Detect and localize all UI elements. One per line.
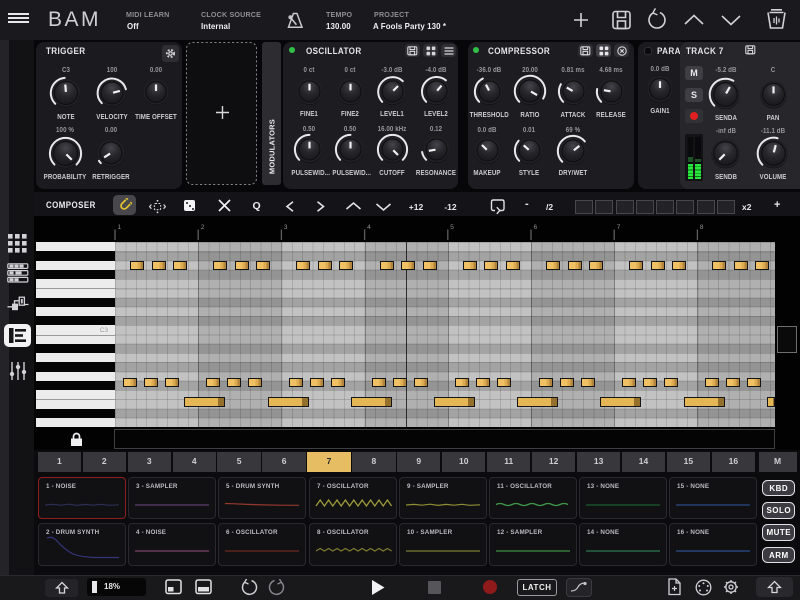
svg-text:6: 6 xyxy=(534,224,538,231)
svg-text:5: 5 xyxy=(450,224,454,231)
svg-text:7: 7 xyxy=(617,224,621,231)
svg-text:3: 3 xyxy=(284,224,288,231)
svg-text:8: 8 xyxy=(700,224,704,231)
svg-text:4: 4 xyxy=(367,224,371,231)
svg-text:2: 2 xyxy=(201,224,205,231)
svg-text:1: 1 xyxy=(118,224,122,231)
